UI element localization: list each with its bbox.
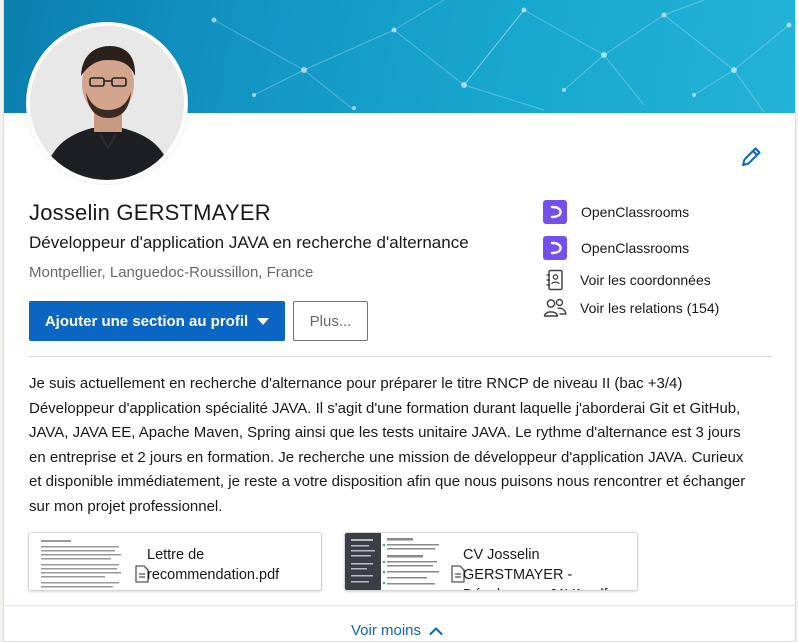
- sidebar-item-connections[interactable]: Voir les relations (154): [543, 295, 719, 321]
- profile-summary: Je suis actuellement en recherche d'alte…: [29, 375, 746, 515]
- document-title: CV Josselin GERSTMAYER - Développeur JAV…: [463, 547, 608, 590]
- add-profile-section-label: Ajouter une section au profil: [44, 312, 249, 330]
- profile-name: Josselin GERSTMAYER: [29, 200, 271, 225]
- people-icon: [543, 296, 567, 320]
- document-title: Lettre de recommendation.pdf: [147, 547, 280, 583]
- see-less-button[interactable]: Voir moins: [351, 622, 443, 639]
- document-thumbnail: [29, 533, 129, 590]
- sidebar-item-contact-info[interactable]: Voir les coordonnées: [543, 267, 711, 293]
- avatar[interactable]: [30, 26, 184, 180]
- more-button-label: Plus...: [309, 312, 352, 330]
- sidebar-item-label: Voir les relations (154): [580, 300, 720, 316]
- openclassrooms-logo: [543, 200, 567, 224]
- chevron-up-icon: [429, 627, 443, 635]
- sidebar-item-label: OpenClassrooms: [581, 240, 690, 256]
- avatar-frame[interactable]: [26, 22, 188, 184]
- document-card-cv[interactable]: CV Josselin GERSTMAYER - Développeur JAV…: [344, 532, 638, 591]
- caret-down-icon: [257, 317, 270, 325]
- more-button[interactable]: Plus...: [293, 301, 368, 341]
- profile-headline: Développeur d'application JAVA en recher…: [29, 233, 469, 252]
- contact-card-icon: [543, 268, 567, 292]
- see-less-label: Voir moins: [351, 622, 422, 639]
- pencil-icon: [742, 147, 761, 166]
- profile-card: Josselin GERSTMAYER Développeur d'applic…: [3, 0, 796, 642]
- profile-location: Montpellier, Languedoc-Roussillon, Franc…: [29, 264, 314, 281]
- profile-photo: [30, 26, 184, 180]
- edit-profile-button[interactable]: [738, 144, 764, 170]
- sidebar-item-label: OpenClassrooms: [581, 204, 690, 220]
- openclassrooms-logo: [543, 236, 567, 260]
- add-profile-section-button[interactable]: Ajouter une section au profil: [29, 301, 285, 341]
- sidebar-item-openclassrooms-1[interactable]: OpenClassrooms: [543, 199, 689, 225]
- footer-divider: [4, 605, 795, 606]
- document-card-recommendation[interactable]: Lettre de recommendation.pdf: [28, 532, 322, 591]
- document-thumbnail: [345, 533, 445, 590]
- sidebar-item-label: Voir les coordonnées: [580, 272, 711, 288]
- section-divider: [29, 356, 772, 357]
- sidebar-item-openclassrooms-2[interactable]: OpenClassrooms: [543, 235, 689, 261]
